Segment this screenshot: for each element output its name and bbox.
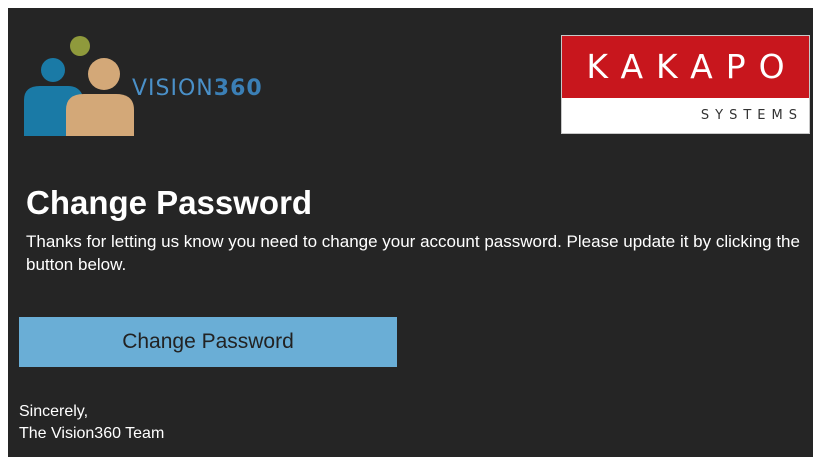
people-icon <box>24 36 134 136</box>
email-message: Thanks for letting us know you need to c… <box>26 232 800 274</box>
vision360-wordmark: VISION360 <box>132 76 263 101</box>
vision-number: 360 <box>213 76 263 101</box>
email-signoff: Sincerely, The Vision360 Team <box>19 401 164 445</box>
kakapo-tagline: SYSTEMS <box>700 108 803 123</box>
vision360-logo: VISION360 <box>24 36 284 136</box>
change-password-button[interactable]: Change Password <box>19 317 397 367</box>
email-header: VISION360 KAKAPO SYSTEMS <box>8 8 813 148</box>
signoff-greeting: Sincerely, <box>19 403 89 420</box>
vision-text: VISION <box>132 76 214 101</box>
email-title: Change Password <box>26 184 313 221</box>
signoff-team: The Vision360 Team <box>19 425 165 442</box>
kakapo-name: KAKAPO <box>562 36 809 98</box>
email-body: VISION360 KAKAPO SYSTEMS Change Password… <box>8 8 813 457</box>
kakapo-systems-logo: KAKAPO SYSTEMS <box>561 35 810 134</box>
